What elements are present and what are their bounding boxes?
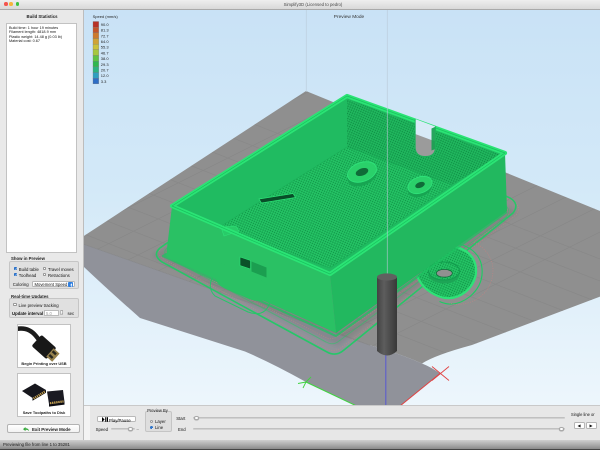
svg-text:20.7: 20.7	[101, 68, 110, 73]
svg-text:3.3: 3.3	[101, 79, 107, 84]
svg-text:12.0: 12.0	[101, 73, 110, 78]
svg-text:64.0: 64.0	[101, 39, 110, 44]
svg-text:72.7: 72.7	[101, 33, 110, 38]
svg-text:Speed (mm/s): Speed (mm/s)	[93, 14, 119, 19]
svg-text:Preview Mode: Preview Mode	[334, 14, 365, 20]
svg-text:46.7: 46.7	[101, 50, 110, 55]
svg-text:55.3: 55.3	[101, 45, 110, 50]
svg-text:81.3: 81.3	[101, 28, 110, 33]
svg-text:90.0: 90.0	[101, 22, 110, 27]
svg-text:38.0: 38.0	[101, 56, 110, 61]
svg-text:29.3: 29.3	[101, 62, 110, 67]
